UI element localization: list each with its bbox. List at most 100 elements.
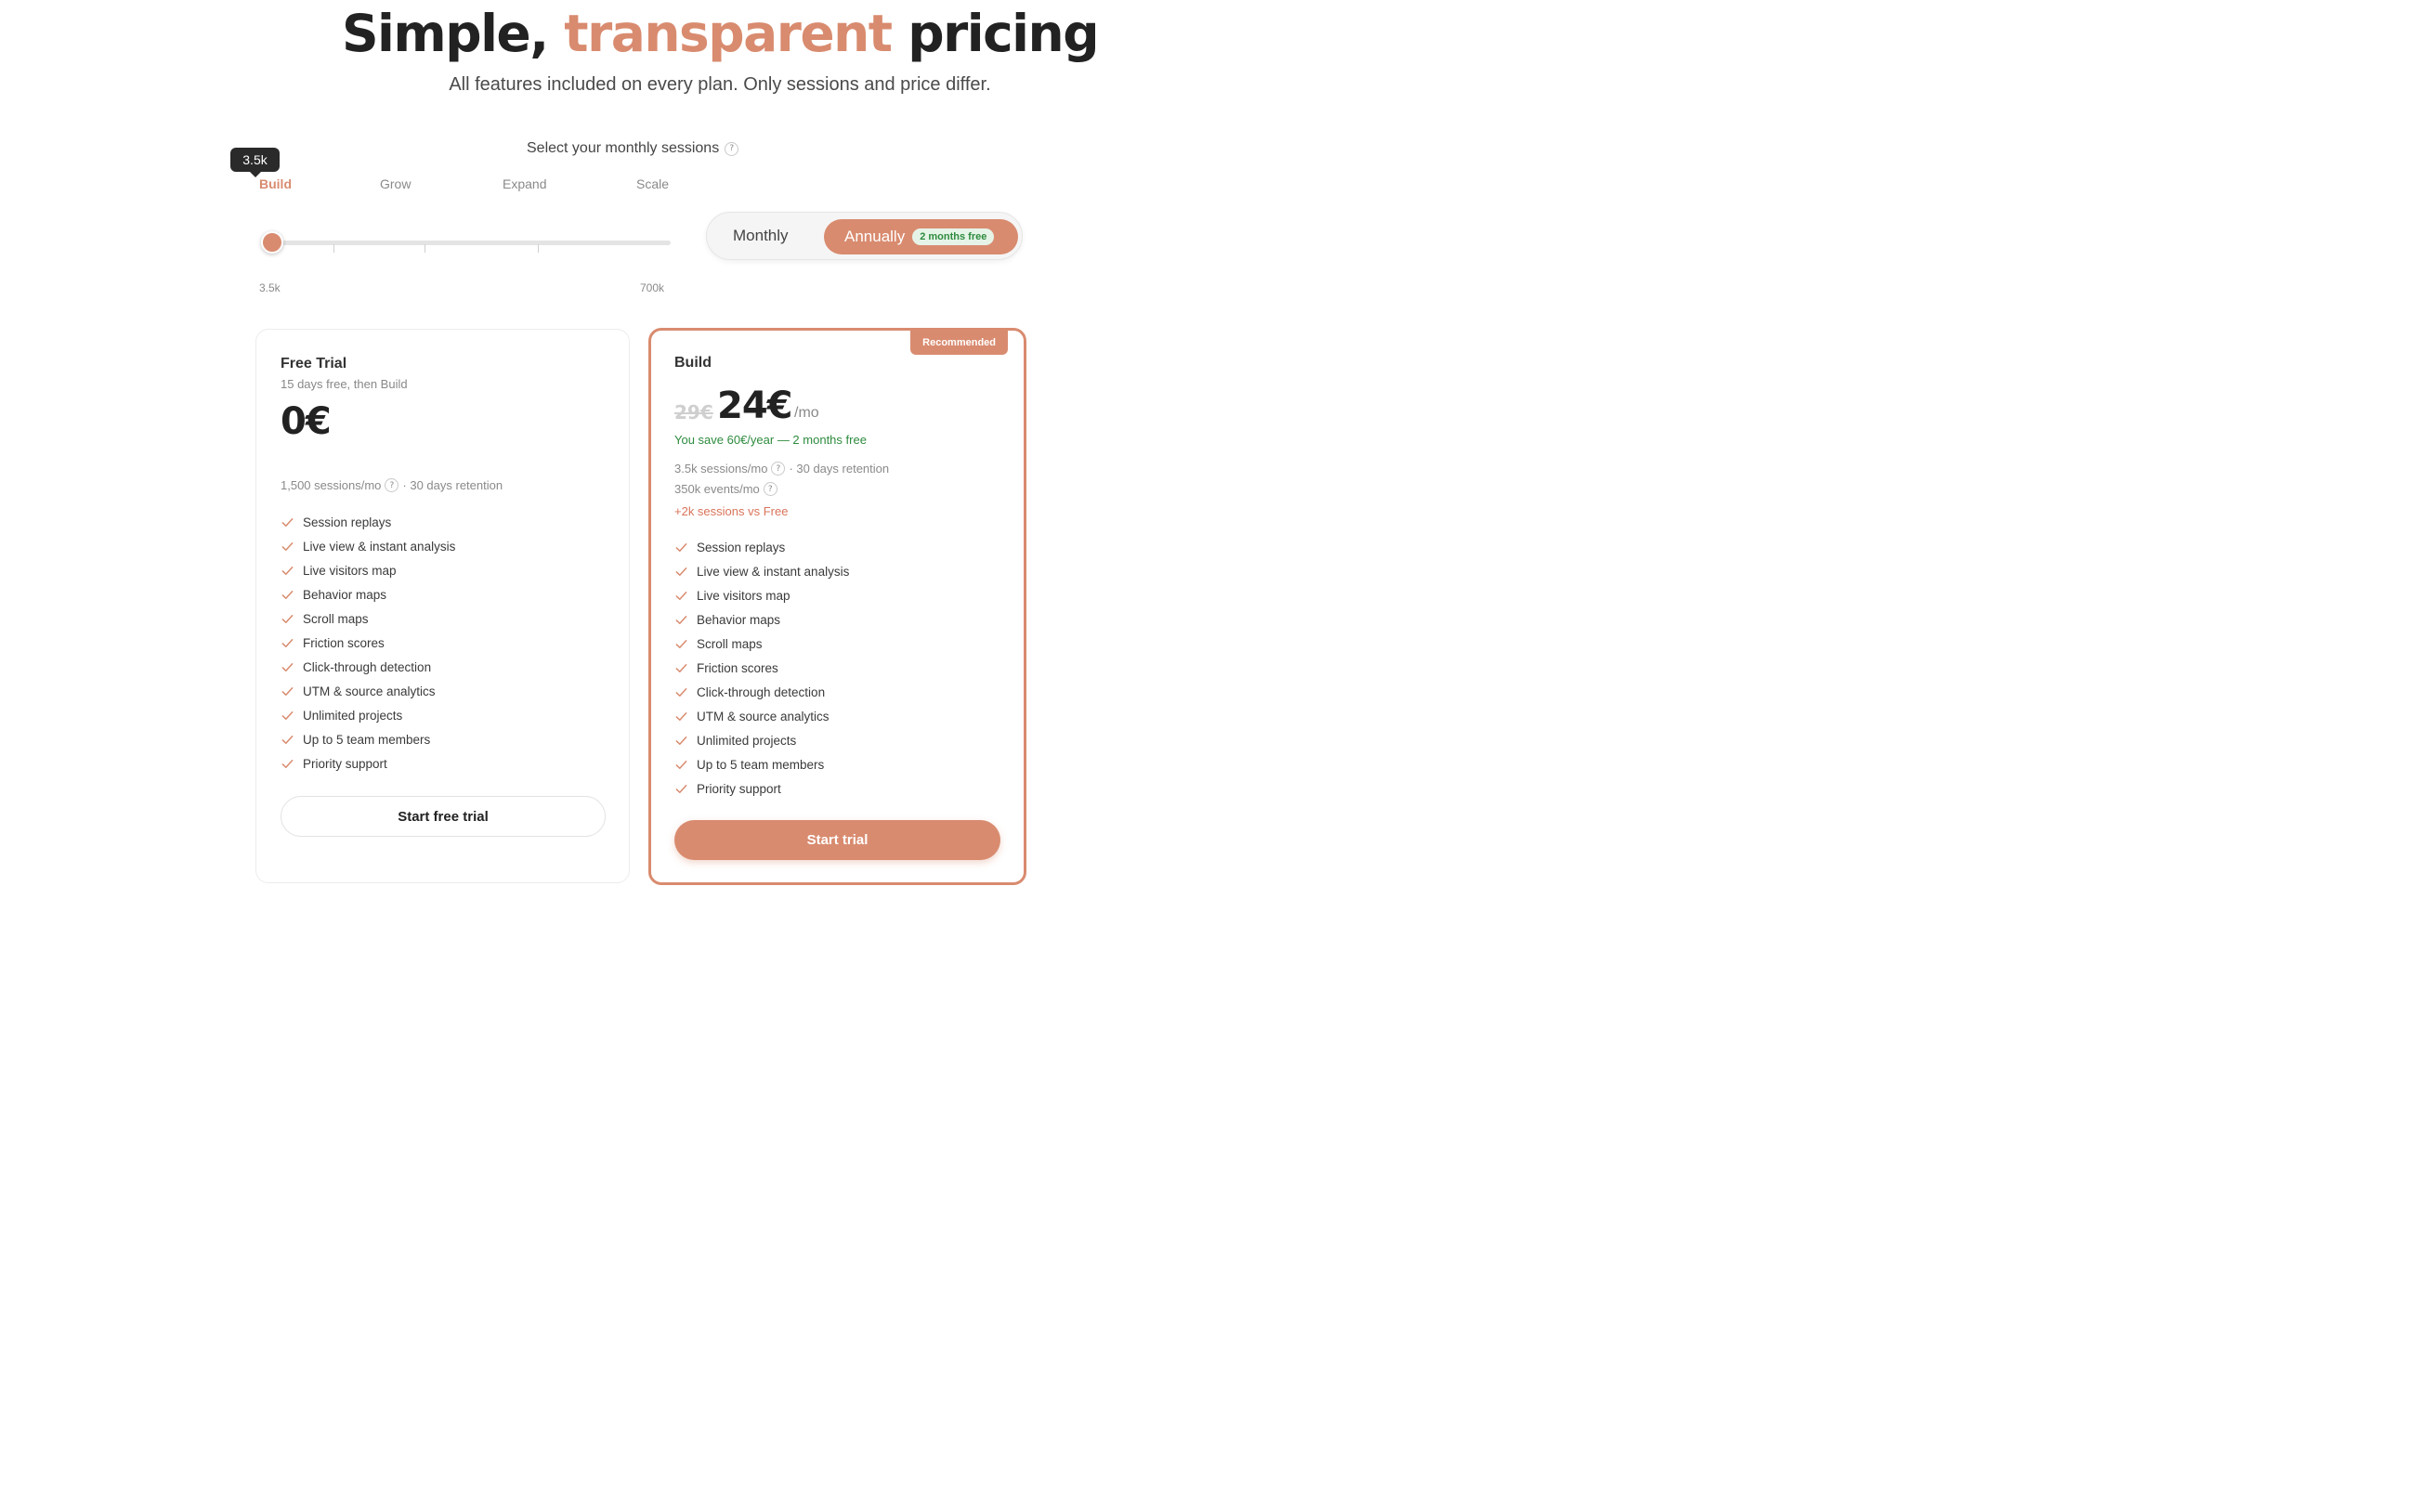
slider-max-label: 700k xyxy=(640,281,665,294)
check-icon xyxy=(281,590,294,599)
feature-item: UTM & source analytics xyxy=(674,704,849,728)
page-title: Simple, transparent pricing xyxy=(0,4,1440,63)
feature-item: Live view & instant analysis xyxy=(674,559,849,583)
check-icon xyxy=(281,735,294,744)
slider-min-label: 3.5k xyxy=(259,281,281,294)
billing-monthly-option[interactable]: Monthly xyxy=(733,227,789,245)
check-icon xyxy=(675,567,687,576)
start-free-trial-button[interactable]: Start free trial xyxy=(281,796,606,837)
check-icon xyxy=(281,517,294,527)
title-part-2: pricing xyxy=(908,4,1099,63)
feature-label: Behavior maps xyxy=(697,612,781,627)
feature-item: Priority support xyxy=(281,751,455,776)
pricing-page: Simple, transparent pricing All features… xyxy=(0,0,1440,929)
check-icon xyxy=(675,784,687,793)
plan-sessions: 1,500 sessions/mo xyxy=(281,478,382,492)
feature-label: Behavior maps xyxy=(303,587,387,602)
title-part-1: Simple, xyxy=(341,4,549,63)
plan-savings: You save 60€/year — 2 months free xyxy=(674,433,867,447)
plan-price: 24€ xyxy=(717,385,792,427)
feature-item: Live visitors map xyxy=(281,558,455,582)
feature-item: Session replays xyxy=(674,535,849,559)
plan-events: 350k events/mo ? xyxy=(674,482,777,496)
start-trial-button[interactable]: Start trial xyxy=(674,820,1000,860)
feature-label: Unlimited projects xyxy=(303,708,403,723)
feature-item: Unlimited projects xyxy=(281,703,455,727)
question-circle-icon[interactable]: ? xyxy=(763,482,777,496)
tier-label-build[interactable]: Build xyxy=(259,176,292,191)
plan-limits: 1,500 sessions/mo ? · 30 days retention xyxy=(281,478,503,492)
tier-label-expand[interactable]: Expand xyxy=(503,176,546,191)
feature-item: Behavior maps xyxy=(674,607,849,632)
check-icon xyxy=(281,566,294,575)
slider-tick xyxy=(333,244,334,253)
sessions-label-text: Select your monthly sessions xyxy=(527,140,720,156)
page-subtitle: All features included on every plan. Onl… xyxy=(449,74,991,95)
recommended-badge: Recommended xyxy=(910,331,1008,355)
feature-label: UTM & source analytics xyxy=(303,684,436,698)
feature-item: Friction scores xyxy=(674,656,849,680)
plan-events-text: 350k events/mo xyxy=(674,482,760,496)
check-icon xyxy=(675,711,687,721)
check-icon xyxy=(281,541,294,551)
plan-vs-free: +2k sessions vs Free xyxy=(674,504,789,518)
check-icon xyxy=(675,615,687,624)
question-circle-icon[interactable]: ? xyxy=(771,462,786,476)
plan-name: Build xyxy=(674,355,712,371)
feature-item: Unlimited projects xyxy=(674,728,849,752)
feature-item: Session replays xyxy=(281,510,455,534)
check-icon xyxy=(675,760,687,769)
feature-label: Scroll maps xyxy=(303,611,369,626)
check-icon xyxy=(281,710,294,720)
feature-label: Session replays xyxy=(303,515,392,529)
plan-card-free-trial: Free Trial 15 days free, then Build 0€ 1… xyxy=(255,329,630,883)
feature-list: Session replays Live view & instant analy… xyxy=(281,510,455,776)
title-accent: transparent xyxy=(564,4,893,63)
feature-item: Up to 5 team members xyxy=(674,752,849,776)
question-circle-icon[interactable]: ? xyxy=(725,141,739,156)
feature-label: Click-through detection xyxy=(697,684,826,699)
feature-label: UTM & source analytics xyxy=(697,709,830,723)
question-circle-icon[interactable]: ? xyxy=(385,478,399,492)
plan-name: Free Trial xyxy=(281,356,347,371)
check-icon xyxy=(675,736,687,745)
billing-toggle: Monthly Annually 2 months free xyxy=(706,212,1023,260)
plan-price: 0€ xyxy=(281,400,332,443)
feature-label: Live visitors map xyxy=(697,588,790,603)
annual-discount-badge: 2 months free xyxy=(912,228,995,245)
check-icon xyxy=(675,591,687,600)
slider-thumb[interactable] xyxy=(261,231,283,254)
feature-item: Scroll maps xyxy=(674,632,849,656)
feature-label: Up to 5 team members xyxy=(697,757,825,772)
plan-period: /mo xyxy=(794,405,819,421)
plan-card-build: Recommended Build 29€ 24€ /mo You save 6… xyxy=(648,328,1026,885)
feature-item: Click-through detection xyxy=(281,655,455,679)
plan-retention: · 30 days retention xyxy=(789,462,890,476)
feature-label: Live view & instant analysis xyxy=(303,539,456,554)
check-icon xyxy=(281,686,294,696)
feature-item: Live visitors map xyxy=(674,583,849,607)
feature-item: Scroll maps xyxy=(281,606,455,631)
plan-sessions: 3.5k sessions/mo xyxy=(674,462,768,476)
check-icon xyxy=(675,663,687,672)
tier-label-grow[interactable]: Grow xyxy=(380,176,411,191)
billing-annual-label: Annually xyxy=(844,228,906,245)
check-icon xyxy=(281,759,294,768)
feature-label: Scroll maps xyxy=(697,636,763,651)
feature-label: Session replays xyxy=(697,540,786,554)
plan-subtitle: 15 days free, then Build xyxy=(281,377,408,391)
feature-label: Friction scores xyxy=(697,660,778,675)
check-icon xyxy=(675,639,687,648)
feature-label: Friction scores xyxy=(303,635,385,650)
slider-track[interactable] xyxy=(272,241,671,245)
tier-label-scale[interactable]: Scale xyxy=(636,176,669,191)
check-icon xyxy=(675,542,687,552)
feature-label: Unlimited projects xyxy=(697,733,797,748)
plan-limits: 3.5k sessions/mo ? · 30 days retention xyxy=(674,462,889,476)
slider-tick xyxy=(538,244,539,253)
feature-item: Friction scores xyxy=(281,631,455,655)
feature-item: UTM & source analytics xyxy=(281,679,455,703)
check-icon xyxy=(281,638,294,647)
feature-item: Priority support xyxy=(674,776,849,801)
billing-annual-option[interactable]: Annually 2 months free xyxy=(824,219,1018,254)
